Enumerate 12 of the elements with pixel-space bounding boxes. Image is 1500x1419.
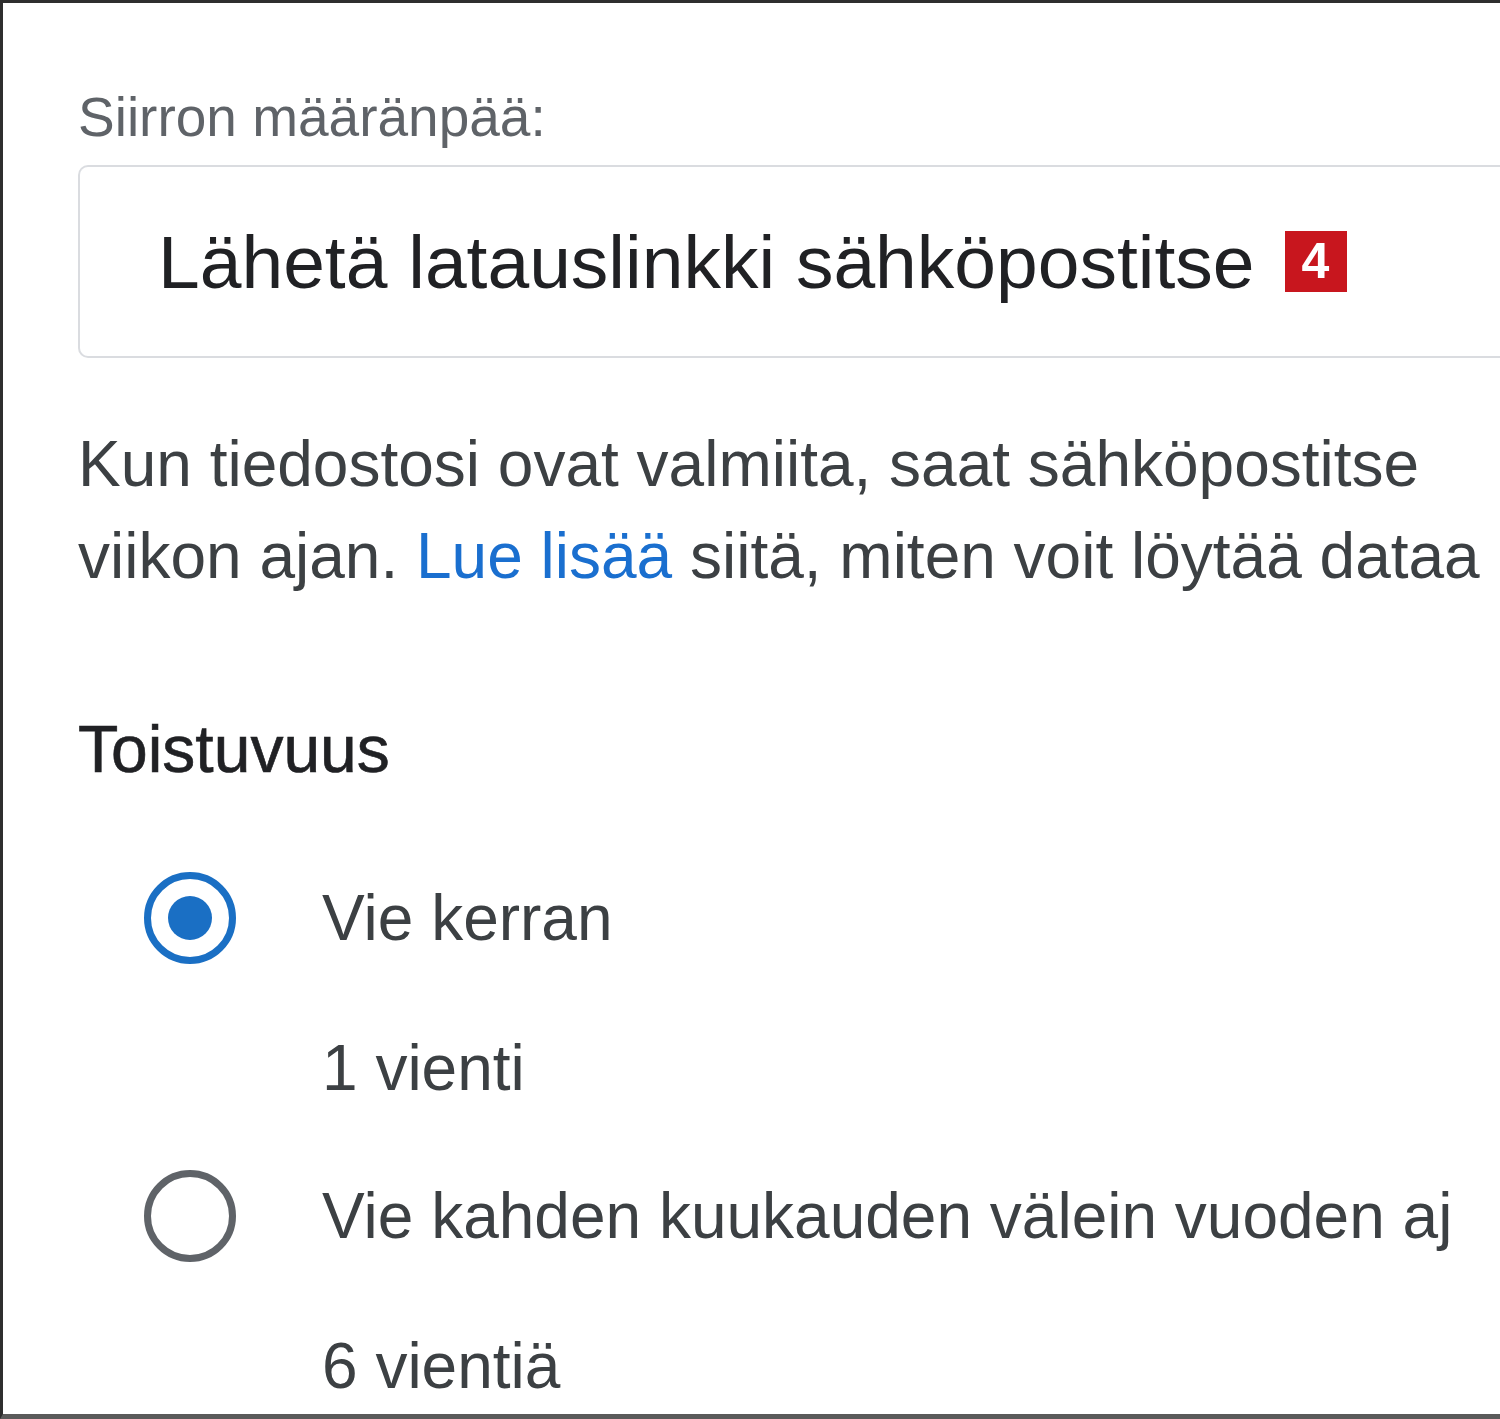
number-badge: 4 <box>1284 231 1347 292</box>
radio-button[interactable] <box>144 1170 236 1262</box>
option-detail: 6 vientiä <box>322 1329 561 1404</box>
learn-more-link[interactable]: Lue lisää <box>415 520 673 592</box>
option-label[interactable]: Vie kerran <box>322 878 613 958</box>
field-label: Siirron määränpää: <box>78 85 546 149</box>
option-label[interactable]: Vie kahden kuukauden välein vuoden aj <box>322 1176 1453 1256</box>
description-text: Kun tiedostosi ovat valmiita, saat sähköpostitse viikon ajan. Lue lisää siitä, miten voit löytää dataa <box>78 427 1480 594</box>
destination-select[interactable]: Lähetä latauslinkki sähköpostitse 4 <box>78 165 1500 358</box>
section-title: Toistuvuus <box>78 711 390 787</box>
option-detail: 1 vienti <box>322 1031 525 1106</box>
radio-button[interactable] <box>144 872 236 964</box>
